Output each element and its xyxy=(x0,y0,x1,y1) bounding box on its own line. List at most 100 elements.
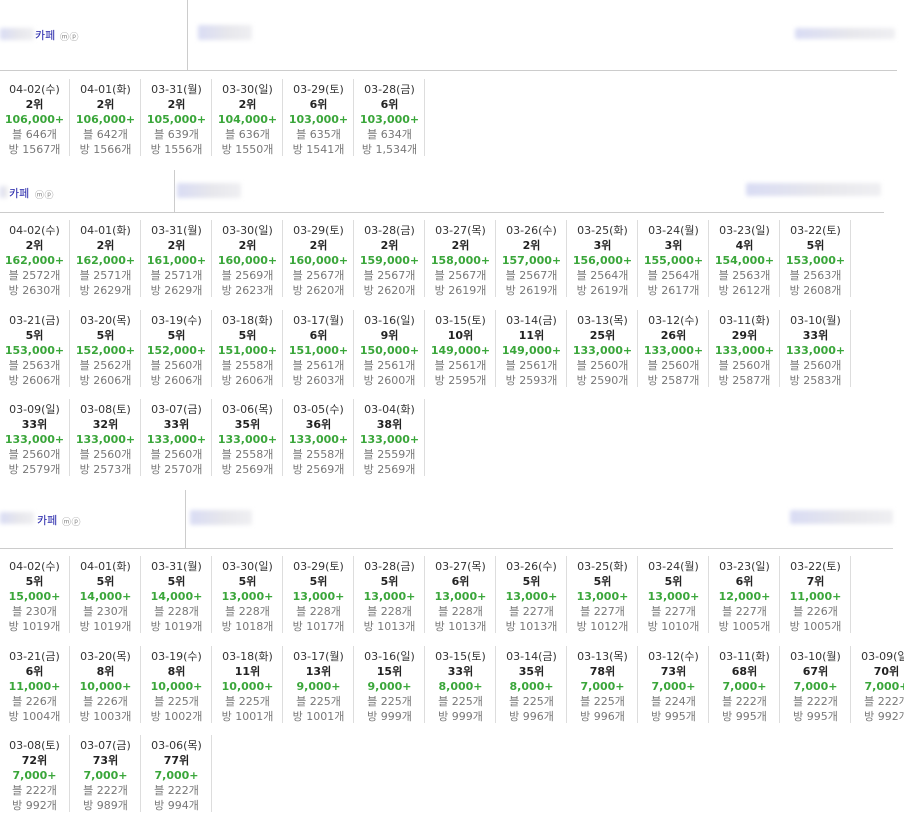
stat-views: 11,000+ xyxy=(789,590,842,603)
stat-date: 03-31(월) xyxy=(151,83,202,96)
stat-blog-count: 블 2572개 xyxy=(8,269,61,282)
stat-room-count: 방 1005개 xyxy=(718,620,771,633)
stat-date: 03-22(토) xyxy=(790,224,841,237)
stat-room-count: 방 1005개 xyxy=(789,620,842,633)
stat-blog-count: 블 230개 xyxy=(12,605,57,618)
stat-date: 03-24(월) xyxy=(648,224,699,237)
stat-date: 04-01(화) xyxy=(80,224,131,237)
stat-room-count: 방 2619개 xyxy=(505,284,558,297)
mp-icons[interactable]: ⓜⓟ xyxy=(60,30,79,43)
stat-views: 106,000+ xyxy=(4,113,65,126)
stat-rank: 67위 xyxy=(802,665,829,678)
cafe-link[interactable]: 카페 xyxy=(37,512,57,528)
cafe-link[interactable]: 카페 xyxy=(9,185,29,201)
daily-stat-cell: 04-01(화) 2위 106,000+ 블 642개 방 1566개 xyxy=(71,79,141,156)
stat-blog-count: 블 646개 xyxy=(12,128,57,141)
stat-blog-count: 블 636개 xyxy=(225,128,270,141)
stat-views: 7,000+ xyxy=(651,680,696,693)
stat-room-count: 방 999개 xyxy=(367,710,412,723)
stat-date: 03-26(수) xyxy=(506,560,557,573)
stat-date: 03-07(금) xyxy=(151,403,202,416)
stat-views: 105,000+ xyxy=(146,113,207,126)
stat-room-count: 방 2569개 xyxy=(221,463,274,476)
daily-stat-cell: 03-10(월) 33위 133,000+ 블 2560개 방 2583개 xyxy=(781,310,851,387)
daily-stat-cell: 03-31(월) 2위 105,000+ 블 639개 방 1556개 xyxy=(142,79,212,156)
stat-rank: 5위 xyxy=(380,575,399,588)
stat-views: 133,000+ xyxy=(217,433,278,446)
redacted-label xyxy=(0,28,34,40)
stat-room-count: 방 2587개 xyxy=(647,374,700,387)
stat-views: 14,000+ xyxy=(79,590,132,603)
stats-row: 03-09(일) 33위 133,000+ 블 2560개 방 2579개 03-08(토… xyxy=(0,399,426,476)
stat-views: 7,000+ xyxy=(154,769,199,782)
stat-date: 03-04(화) xyxy=(364,403,415,416)
stat-blog-count: 블 225개 xyxy=(225,695,270,708)
daily-stat-cell: 03-11(화) 68위 7,000+ 블 222개 방 995개 xyxy=(710,646,780,723)
stat-date: 03-23(일) xyxy=(719,560,770,573)
daily-stat-cell: 03-22(토) 7위 11,000+ 블 226개 방 1005개 xyxy=(781,556,851,633)
stat-rank: 32위 xyxy=(92,418,119,431)
stat-blog-count: 블 225개 xyxy=(438,695,483,708)
mp-icons[interactable]: ⓜⓟ xyxy=(62,515,81,528)
stat-blog-count: 블 2567개 xyxy=(434,269,487,282)
stat-rank: 2위 xyxy=(309,239,328,252)
stat-rank: 5위 xyxy=(25,575,44,588)
stat-date: 03-30(일) xyxy=(222,224,273,237)
stat-date: 03-13(목) xyxy=(577,314,628,327)
stat-date: 03-06(목) xyxy=(151,739,202,752)
daily-stat-cell: 03-24(월) 3위 155,000+ 블 2564개 방 2617개 xyxy=(639,220,709,297)
daily-stat-cell: 03-28(금) 2위 159,000+ 블 2567개 방 2620개 xyxy=(355,220,425,297)
stat-rank: 8위 xyxy=(167,665,186,678)
stat-views: 133,000+ xyxy=(714,344,775,357)
stat-blog-count: 블 2562개 xyxy=(79,359,132,372)
stat-room-count: 방 1003개 xyxy=(79,710,132,723)
stat-blog-count: 블 2561개 xyxy=(505,359,558,372)
stat-views: 7,000+ xyxy=(83,769,128,782)
stat-rank: 2위 xyxy=(238,98,257,111)
stat-views: 160,000+ xyxy=(288,254,349,267)
stat-room-count: 방 996개 xyxy=(580,710,625,723)
stat-rank: 70위 xyxy=(873,665,900,678)
stat-room-count: 방 2608개 xyxy=(789,284,842,297)
stat-date: 03-16(일) xyxy=(364,650,415,663)
stat-date: 03-12(수) xyxy=(648,314,699,327)
stat-date: 04-01(화) xyxy=(80,83,131,96)
stat-rank: 5위 xyxy=(806,239,825,252)
stat-room-count: 방 996개 xyxy=(509,710,554,723)
stat-date: 03-17(월) xyxy=(293,314,344,327)
stat-rank: 5위 xyxy=(167,575,186,588)
stat-views: 133,000+ xyxy=(146,433,207,446)
stat-blog-count: 블 2560개 xyxy=(647,359,700,372)
stat-date: 03-12(수) xyxy=(648,650,699,663)
stat-views: 133,000+ xyxy=(4,433,65,446)
stat-views: 9,000+ xyxy=(296,680,341,693)
redacted-meta xyxy=(795,28,895,39)
stat-blog-count: 블 225개 xyxy=(367,695,412,708)
daily-stat-cell: 03-31(월) 5위 14,000+ 블 228개 방 1019개 xyxy=(142,556,212,633)
stat-views: 13,000+ xyxy=(647,590,700,603)
stat-rank: 15위 xyxy=(376,665,403,678)
stat-date: 03-28(금) xyxy=(364,560,415,573)
stat-blog-count: 블 2569개 xyxy=(221,269,274,282)
mp-icons[interactable]: ⓜⓟ xyxy=(35,188,54,201)
stat-blog-count: 블 222개 xyxy=(154,784,199,797)
stat-blog-count: 블 2560개 xyxy=(150,359,203,372)
stat-views: 7,000+ xyxy=(580,680,625,693)
stat-views: 9,000+ xyxy=(367,680,412,693)
stat-date: 03-29(토) xyxy=(293,83,344,96)
stat-views: 152,000+ xyxy=(146,344,207,357)
cafe-link[interactable]: 카페 xyxy=(35,27,55,43)
stat-date: 03-11(화) xyxy=(719,650,770,663)
stat-date: 03-16(일) xyxy=(364,314,415,327)
stat-date: 03-11(화) xyxy=(719,314,770,327)
stat-room-count: 방 2595개 xyxy=(434,374,487,387)
daily-stat-cell: 03-10(월) 67위 7,000+ 블 222개 방 995개 xyxy=(781,646,851,723)
stat-rank: 2위 xyxy=(167,239,186,252)
stat-blog-count: 블 222개 xyxy=(83,784,128,797)
stat-blog-count: 블 2559개 xyxy=(363,448,416,461)
stat-views: 159,000+ xyxy=(359,254,420,267)
stat-views: 106,000+ xyxy=(75,113,136,126)
stat-date: 03-31(월) xyxy=(151,224,202,237)
stat-rank: 33위 xyxy=(163,418,190,431)
stat-date: 03-14(금) xyxy=(506,650,557,663)
